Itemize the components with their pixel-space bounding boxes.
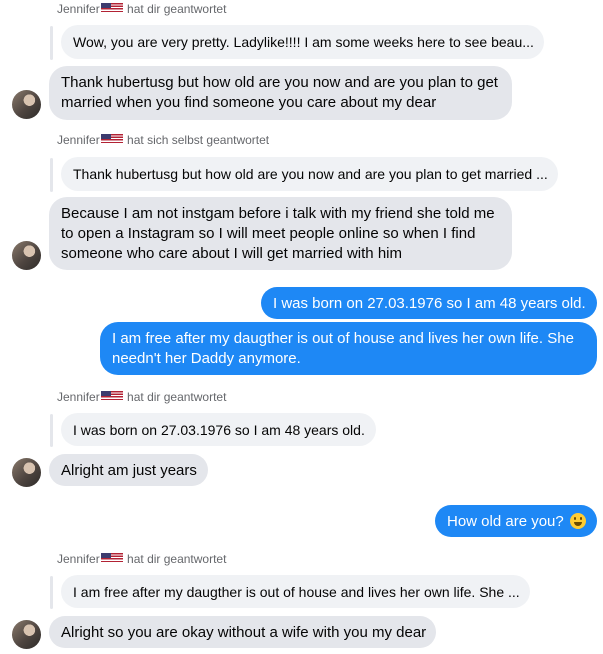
outgoing-message[interactable]: I was born on 27.03.1976 so I am 48 year… [261, 287, 597, 319]
message-text: How old are you? [447, 513, 564, 530]
quote-bar [50, 576, 53, 609]
reply-label: Jennifer hat dir geantwortet [57, 552, 226, 566]
us-flag-icon [100, 553, 123, 562]
reply-label: Jennifer hat sich selbst geantwortet [57, 133, 269, 147]
reply-label: Jennifer hat dir geantwortet [57, 2, 226, 16]
incoming-message[interactable]: Alright am just years [49, 454, 208, 486]
reply-status: hat sich selbst geantwortet [127, 133, 270, 147]
quoted-message[interactable]: I was born on 27.03.1976 so I am 48 year… [61, 413, 376, 446]
outgoing-message[interactable]: I am free after my daugther is out of ho… [100, 322, 597, 375]
reply-status: hat dir geantwortet [127, 390, 227, 404]
us-flag-icon [100, 134, 123, 143]
us-flag-icon [100, 3, 123, 12]
quote-bar [50, 414, 53, 447]
outgoing-message[interactable]: How old are you? [435, 505, 597, 537]
sender-name: Jennifer [57, 2, 100, 16]
quote-bar [50, 158, 53, 192]
incoming-message[interactable]: Thank hubertusg but how old are you now … [49, 66, 512, 120]
reply-status: hat dir geantwortet [127, 552, 227, 566]
contact-avatar[interactable] [12, 90, 41, 119]
contact-avatar[interactable] [12, 620, 41, 649]
quoted-message[interactable]: Thank hubertusg but how old are you now … [61, 157, 558, 191]
quoted-message[interactable]: I am free after my daugther is out of ho… [61, 575, 530, 608]
incoming-message[interactable]: Alright so you are okay without a wife w… [49, 616, 436, 648]
us-flag-icon [100, 391, 123, 400]
quoted-message[interactable]: Wow, you are very pretty. Ladylike!!!! I… [61, 25, 544, 59]
contact-avatar[interactable] [12, 458, 41, 487]
grinning-face-emoji [569, 513, 586, 529]
sender-name: Jennifer [57, 390, 100, 404]
contact-avatar[interactable] [12, 241, 41, 270]
reply-status: hat dir geantwortet [127, 2, 227, 16]
sender-name: Jennifer [57, 552, 100, 566]
reply-label: Jennifer hat dir geantwortet [57, 390, 226, 404]
quote-bar [50, 26, 53, 60]
incoming-message[interactable]: Because I am not instgam before i talk w… [49, 197, 512, 270]
sender-name: Jennifer [57, 133, 100, 147]
